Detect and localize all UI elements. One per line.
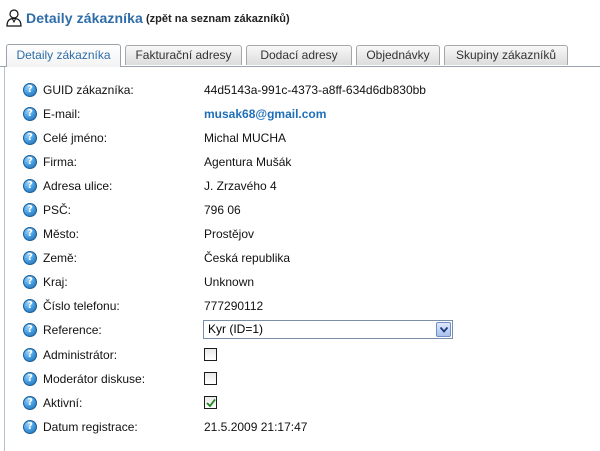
zip-value: 796 06	[204, 203, 241, 217]
customer-details-panel: ? GUID zákazníka: 44d5143a-991c-4373-a8f…	[4, 66, 600, 451]
reference-selected-value: Kyr (ID=1)	[208, 322, 264, 336]
full-name-value: Michal MUCHA	[204, 131, 287, 145]
help-icon[interactable]: ?	[23, 396, 37, 410]
tab-billing-addresses[interactable]: Fakturační adresy	[125, 45, 242, 65]
city-label: Město:	[43, 227, 80, 241]
user-icon	[6, 9, 22, 27]
country-label: Země:	[43, 251, 78, 265]
row-guid: ? GUID zákazníka: 44d5143a-991c-4373-a8f…	[5, 80, 595, 100]
chevron-down-icon[interactable]	[436, 322, 451, 337]
region-label: Kraj:	[43, 275, 68, 289]
row-moderator: ? Moderátor diskuse:	[5, 369, 595, 389]
check-icon	[206, 398, 216, 408]
company-label: Firma:	[43, 155, 77, 169]
registered-label: Datum registrace:	[43, 420, 138, 434]
page-title: Detaily zákazníka	[26, 10, 143, 26]
help-icon[interactable]: ?	[23, 348, 37, 362]
row-country: ? Země: Česká republika	[5, 248, 595, 268]
registered-value: 21.5.2009 21:17:47	[204, 420, 308, 434]
phone-label: Číslo telefonu:	[43, 299, 120, 313]
help-icon[interactable]: ?	[23, 179, 37, 193]
country-value: Česká republika	[204, 251, 291, 265]
email-label: E-mail:	[43, 107, 81, 121]
phone-value: 777290112	[204, 299, 264, 313]
tab-customer-groups[interactable]: Skupiny zákazníků	[444, 45, 568, 65]
full-name-label: Celé jméno:	[43, 131, 108, 145]
row-company: ? Firma: Agentura Mušák	[5, 152, 595, 172]
zip-label: PSČ:	[43, 203, 72, 217]
row-active: ? Aktivní:	[5, 393, 595, 413]
email-link[interactable]: musak68@gmail.com	[204, 107, 326, 121]
help-icon[interactable]: ?	[23, 203, 37, 217]
row-full-name: ? Celé jméno: Michal MUCHA	[5, 128, 595, 148]
row-phone: ? Číslo telefonu: 777290112	[5, 296, 595, 316]
active-checkbox[interactable]	[204, 396, 217, 409]
row-zip: ? PSČ: 796 06	[5, 200, 595, 220]
row-street: ? Adresa ulice: J. Zrzavého 4	[5, 176, 595, 196]
page-header: Detaily zákazníka (zpět na seznam zákazn…	[0, 0, 600, 40]
guid-value: 44d5143a-991c-4373-a8ff-634d6db830bb	[204, 83, 426, 97]
street-value: J. Zrzavého 4	[204, 179, 277, 193]
moderator-label: Moderátor diskuse:	[43, 372, 146, 386]
help-icon[interactable]: ?	[23, 420, 37, 434]
tab-delivery-addresses[interactable]: Dodací adresy	[246, 45, 352, 65]
back-to-list-link[interactable]: (zpět na seznam zákazníků)	[146, 13, 290, 25]
help-icon[interactable]: ?	[23, 275, 37, 289]
company-value: Agentura Mušák	[204, 155, 292, 169]
help-icon[interactable]: ?	[23, 299, 37, 313]
help-icon[interactable]: ?	[23, 107, 37, 121]
city-value: Prostějov	[204, 227, 255, 241]
tab-orders[interactable]: Objednávky	[356, 45, 440, 65]
help-icon[interactable]: ?	[23, 323, 37, 337]
moderator-checkbox[interactable]	[204, 372, 217, 385]
help-icon[interactable]: ?	[23, 227, 37, 241]
guid-label: GUID zákazníka:	[43, 83, 134, 97]
row-admin: ? Administrátor:	[5, 345, 595, 365]
admin-label: Administrátor:	[43, 348, 118, 362]
help-icon[interactable]: ?	[23, 83, 37, 97]
region-value: Unknown	[204, 275, 255, 289]
row-reference: ? Reference: Kyr (ID=1)	[5, 320, 595, 340]
row-registered: ? Datum registrace: 21.5.2009 21:17:47	[5, 417, 595, 437]
admin-checkbox[interactable]	[204, 348, 217, 361]
help-icon[interactable]: ?	[23, 155, 37, 169]
street-label: Adresa ulice:	[43, 179, 113, 193]
row-email: ? E-mail: musak68@gmail.com	[5, 104, 595, 124]
reference-select[interactable]: Kyr (ID=1)	[203, 320, 453, 339]
row-region: ? Kraj: Unknown	[5, 272, 595, 292]
help-icon[interactable]: ?	[23, 251, 37, 265]
row-city: ? Město: Prostějov	[5, 224, 595, 244]
tab-bar: Detaily zákazníka Fakturační adresy Doda…	[0, 44, 600, 67]
help-icon[interactable]: ?	[23, 131, 37, 145]
help-icon[interactable]: ?	[23, 372, 37, 386]
reference-label: Reference:	[43, 323, 102, 337]
active-label: Aktivní:	[43, 396, 83, 410]
tab-customer-details[interactable]: Detaily zákazníka	[6, 44, 121, 67]
